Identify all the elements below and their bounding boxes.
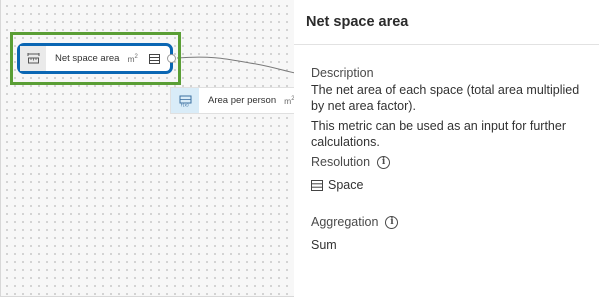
description-label: Description: [311, 66, 374, 80]
area-measure-icon: [20, 46, 46, 71]
node-unit: m2: [284, 95, 294, 106]
node-unit: m2: [127, 53, 138, 64]
aggregation-label: Aggregation: [311, 215, 379, 229]
info-icon[interactable]: i: [377, 155, 391, 169]
node-net-space-area[interactable]: Net space area m2: [17, 43, 176, 74]
node-label: Net space area: [55, 53, 120, 64]
resolution-label: Resolution: [311, 155, 371, 169]
description-extra: This metric can be used as an input for …: [311, 119, 566, 149]
resolution-section: Resolution i: [311, 155, 591, 169]
panel-title: Net space area: [306, 14, 409, 30]
panel-body: Description The net area of each space (…: [294, 66, 599, 253]
panel-header: Net space area: [294, 0, 599, 45]
aggregation-value: Sum: [311, 238, 337, 252]
table-icon: [311, 179, 323, 191]
output-port[interactable]: [167, 54, 176, 63]
node-label: Area per person: [208, 95, 277, 106]
description-text: The net area of each space (total area m…: [311, 83, 580, 113]
resolution-value: Space: [328, 178, 364, 192]
resolution-value-row: Space: [311, 177, 591, 193]
svg-text:f(x): f(x): [181, 102, 189, 107]
formula-icon: f(x): [171, 88, 199, 113]
aggregation-section: Aggregation i: [311, 215, 591, 229]
node-area-per-person[interactable]: f(x) Area per person m2: [170, 87, 294, 114]
details-panel: Net space area Description The net area …: [294, 0, 599, 297]
table-icon[interactable]: [147, 52, 161, 65]
info-icon[interactable]: i: [385, 215, 399, 229]
model-canvas[interactable]: Net space area m2 f(x) Area per person m…: [0, 0, 294, 297]
